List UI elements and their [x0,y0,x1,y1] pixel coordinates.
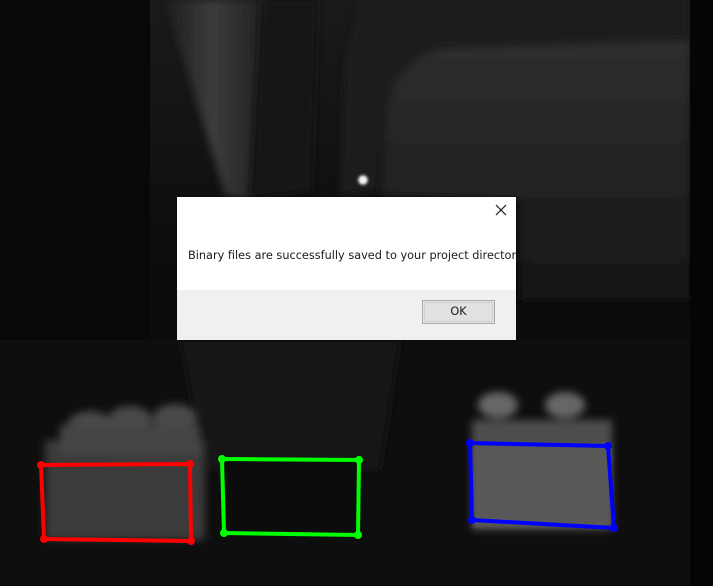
message-dialog: Binary files are successfully saved to y… [177,197,525,340]
dialog-message: Binary files are successfully saved to y… [188,249,525,262]
close-button[interactable] [490,199,512,221]
application-window: Binary files are successfully saved to y… [0,0,713,586]
dialog-footer: OK [177,290,516,340]
close-icon [495,204,507,216]
ok-button[interactable]: OK [422,300,495,324]
